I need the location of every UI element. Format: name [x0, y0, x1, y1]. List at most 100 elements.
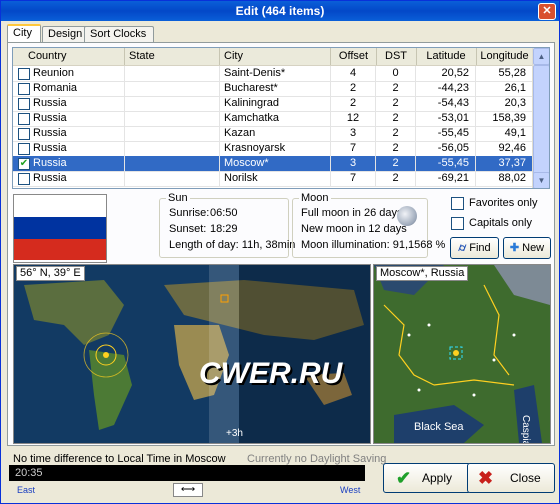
cross-icon: ✖	[478, 468, 494, 488]
cell-city: Kazan	[220, 126, 331, 141]
cell-country: Reunion	[13, 66, 125, 81]
cell-country: Russia	[13, 111, 125, 126]
cell-lat: -44,23	[416, 81, 476, 96]
capitals-only-label: Capitals only	[469, 217, 532, 229]
scroll-thumb[interactable]	[533, 65, 549, 175]
full-moon: Full moon in 26 days	[301, 207, 403, 219]
city-tab-panel: Country State City Offset DST Latitude L…	[7, 42, 555, 446]
cell-lon: 88,02	[476, 171, 533, 186]
window-close-button[interactable]: ✕	[538, 3, 556, 20]
grid-scrollbar[interactable]: ▲ ▼	[532, 48, 549, 188]
cell-lat: -55,45	[416, 126, 476, 141]
cell-dst: 2	[376, 126, 416, 141]
cell-city: Kamchatka	[220, 111, 331, 126]
cell-dst: 2	[376, 141, 416, 156]
tab-city[interactable]: City	[7, 24, 41, 44]
cell-country: Russia	[13, 156, 125, 171]
cell-lon: 158,39	[476, 111, 533, 126]
cell-lon: 55,28	[476, 66, 533, 81]
caspian-sea-label: Caspian	[520, 415, 531, 444]
col-country[interactable]: Country	[13, 48, 125, 65]
world-map[interactable]: 56° N, 39° E CWER.RU +3h	[13, 264, 371, 444]
time-difference-text: No time difference to Local Time in Mosc…	[13, 453, 226, 465]
moon-group: Moon Full moon in 26 days New moon in 12…	[292, 192, 445, 258]
table-row[interactable]: Russia Norilsk 7 2 -69,21 88,02	[13, 171, 533, 187]
cell-country: Russia	[13, 96, 125, 111]
cell-lat: -56,05	[416, 141, 476, 156]
new-button[interactable]: ✚ New	[503, 237, 551, 259]
title-bar: Edit (464 items) ✕	[1, 1, 559, 21]
new-moon: New moon in 12 days	[301, 223, 407, 235]
cell-dst: 2	[376, 171, 416, 186]
local-map-label: Moscow*, Russia	[376, 266, 469, 281]
cell-offset: 3	[331, 156, 376, 171]
find-label: Find	[469, 242, 491, 254]
local-map[interactable]: Moscow*, Russia Black Sea Caspian	[373, 264, 551, 444]
cell-lat: -53,01	[416, 111, 476, 126]
find-button[interactable]: ⌭ Find	[450, 237, 499, 259]
table-row[interactable]: Russia Kazan 3 2 -55,45 49,1	[13, 126, 533, 142]
cell-state	[125, 66, 220, 81]
cell-lat: -69,21	[416, 171, 476, 186]
cell-city: Norilsk	[220, 171, 331, 186]
cell-state	[125, 81, 220, 96]
cell-city: Bucharest*	[220, 81, 331, 96]
cell-offset: 7	[331, 141, 376, 156]
cell-state	[125, 156, 220, 171]
cell-state	[125, 111, 220, 126]
new-label: New	[522, 242, 545, 254]
window-title: Edit (464 items)	[235, 4, 325, 18]
cell-city: Moscow*	[220, 156, 331, 171]
world-map-image	[14, 265, 370, 443]
col-city[interactable]: City	[220, 48, 331, 65]
table-row[interactable]: Romania Bucharest* 2 2 -44,23 26,1	[13, 81, 533, 97]
plus-icon: ✚	[509, 242, 520, 254]
cell-lat: -54,43	[416, 96, 476, 111]
local-time: 20:35	[15, 467, 43, 479]
west-label: West	[340, 485, 361, 495]
dst-status-text: Currently no Daylight Saving	[247, 453, 387, 465]
table-row[interactable]: Russia Kamchatka 12 2 -53,01 158,39	[13, 111, 533, 127]
col-latitude[interactable]: Latitude	[416, 48, 477, 65]
col-longitude[interactable]: Longitude	[476, 48, 534, 65]
table-row[interactable]: Russia Kaliningrad 2 2 -54,43 20,3	[13, 96, 533, 112]
edit-window: Edit (464 items) ✕ City Design Sort Cloc…	[0, 0, 560, 504]
scroll-down-button[interactable]: ▼	[533, 172, 549, 188]
table-row[interactable]: Reunion Saint-Denis* 4 0 20,52 55,28	[13, 66, 533, 82]
col-offset[interactable]: Offset	[331, 48, 377, 65]
cell-country: Russia	[13, 126, 125, 141]
sunrise-value: 06:50	[210, 207, 238, 219]
close-label: Close	[510, 471, 541, 485]
swap-direction-button[interactable]: ⟷	[173, 483, 203, 497]
cell-dst: 2	[376, 156, 416, 171]
cell-state	[125, 96, 220, 111]
cell-lon: 26,1	[476, 81, 533, 96]
col-state[interactable]: State	[125, 48, 220, 65]
cell-lon: 20,3	[476, 96, 533, 111]
cell-lon: 49,1	[476, 126, 533, 141]
time-scale-bar[interactable]: 20:35	[9, 465, 365, 481]
capitals-only-checkbox[interactable]	[451, 217, 464, 230]
sunrise-label: Sunrise:	[169, 207, 210, 219]
favorites-only-checkbox[interactable]	[451, 197, 464, 210]
cell-country: Russia	[13, 171, 125, 186]
cell-city: Saint-Denis*	[220, 66, 331, 81]
sunset-label: Sunset:	[169, 223, 207, 235]
col-dst[interactable]: DST	[376, 48, 417, 65]
moon-illumination: Moon illumination: 91,1568 %	[301, 239, 446, 251]
moon-phase-icon	[397, 206, 417, 226]
checkmark-icon: ✔	[396, 468, 412, 488]
cell-dst: 2	[376, 111, 416, 126]
table-row[interactable]: ✔ Russia Moscow* 3 2 -55,45 37,37	[13, 156, 533, 172]
apply-button[interactable]: ✔ Apply	[383, 463, 471, 493]
moon-group-label: Moon	[299, 192, 331, 204]
tab-sort-clocks[interactable]: Sort Clocks	[84, 26, 154, 42]
close-button[interactable]: ✖ Close	[467, 463, 555, 493]
scroll-up-button[interactable]: ▲	[533, 48, 549, 65]
table-row[interactable]: Russia Krasnoyarsk 7 2 -56,05 92,46	[13, 141, 533, 157]
cell-lat: -55,45	[416, 156, 476, 171]
tab-design[interactable]: Design	[42, 26, 90, 42]
cell-offset: 3	[331, 126, 376, 141]
city-grid[interactable]: Country State City Offset DST Latitude L…	[12, 47, 550, 189]
cell-dst: 2	[376, 81, 416, 96]
